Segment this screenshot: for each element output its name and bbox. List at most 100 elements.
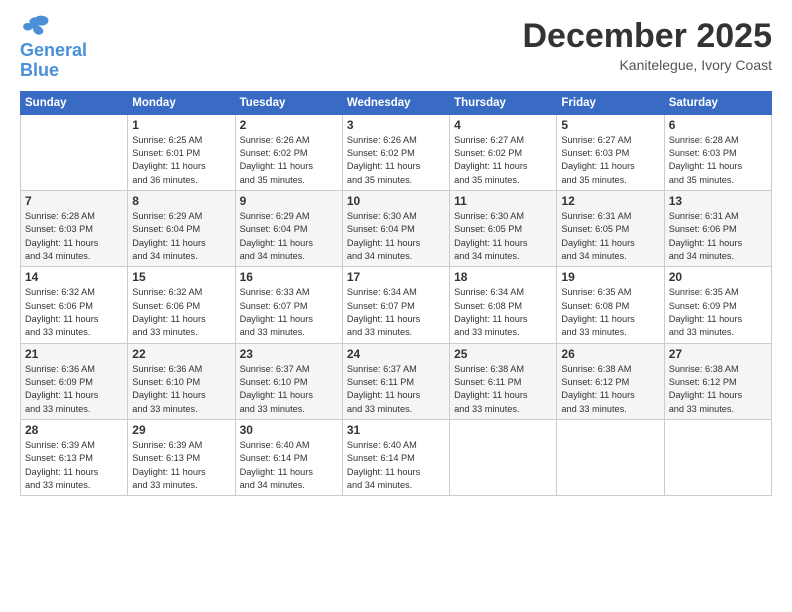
col-tuesday: Tuesday xyxy=(235,91,342,114)
day-info: Sunrise: 6:31 AM Sunset: 6:06 PM Dayligh… xyxy=(669,210,767,263)
day-number: 26 xyxy=(561,347,659,361)
day-info: Sunrise: 6:32 AM Sunset: 6:06 PM Dayligh… xyxy=(25,286,123,339)
calendar-cell: 24 Sunrise: 6:37 AM Sunset: 6:11 PM Dayli… xyxy=(342,343,449,419)
day-info: Sunrise: 6:37 AM Sunset: 6:11 PM Dayligh… xyxy=(347,363,445,416)
day-info: Sunrise: 6:28 AM Sunset: 6:03 PM Dayligh… xyxy=(25,210,123,263)
calendar-cell: 19 Sunrise: 6:35 AM Sunset: 6:08 PM Dayli… xyxy=(557,267,664,343)
day-number: 6 xyxy=(669,118,767,132)
calendar-cell: 28 Sunrise: 6:39 AM Sunset: 6:13 PM Dayli… xyxy=(21,420,128,496)
calendar-cell: 5 Sunrise: 6:27 AM Sunset: 6:03 PM Daylig… xyxy=(557,114,664,190)
calendar-cell: 20Sunrise: 6:35 AM Sunset: 6:09 PM Dayli… xyxy=(664,267,771,343)
calendar-cell: 27 Sunrise: 6:38 AM Sunset: 6:12 PM Dayli… xyxy=(664,343,771,419)
logo: General Blue xyxy=(20,18,87,81)
day-number: 31 xyxy=(347,423,445,437)
day-info: Sunrise: 6:27 AM Sunset: 6:02 PM Dayligh… xyxy=(454,134,552,187)
day-info: Sunrise: 6:32 AM Sunset: 6:06 PM Dayligh… xyxy=(132,286,230,339)
day-info: Sunrise: 6:39 AM Sunset: 6:13 PM Dayligh… xyxy=(132,439,230,492)
day-number: 11 xyxy=(454,194,552,208)
day-number: 15 xyxy=(132,270,230,284)
day-number: 21 xyxy=(25,347,123,361)
week-row-5: 28 Sunrise: 6:39 AM Sunset: 6:13 PM Dayli… xyxy=(21,420,772,496)
calendar-cell xyxy=(664,420,771,496)
day-number: 23 xyxy=(240,347,338,361)
calendar-cell: 15 Sunrise: 6:32 AM Sunset: 6:06 PM Dayli… xyxy=(128,267,235,343)
day-number: 5 xyxy=(561,118,659,132)
day-number: 25 xyxy=(454,347,552,361)
day-info: Sunrise: 6:37 AM Sunset: 6:10 PM Dayligh… xyxy=(240,363,338,416)
day-number: 2 xyxy=(240,118,338,132)
calendar-table: Sunday Monday Tuesday Wednesday Thursday… xyxy=(20,91,772,497)
calendar-cell: 14Sunrise: 6:32 AM Sunset: 6:06 PM Dayli… xyxy=(21,267,128,343)
day-info: Sunrise: 6:26 AM Sunset: 6:02 PM Dayligh… xyxy=(240,134,338,187)
day-number: 13 xyxy=(669,194,767,208)
day-info: Sunrise: 6:40 AM Sunset: 6:14 PM Dayligh… xyxy=(240,439,338,492)
calendar-cell: 1Sunrise: 6:25 AM Sunset: 6:01 PM Daylig… xyxy=(128,114,235,190)
day-number: 4 xyxy=(454,118,552,132)
calendar-cell: 11Sunrise: 6:30 AM Sunset: 6:05 PM Dayli… xyxy=(450,190,557,266)
col-wednesday: Wednesday xyxy=(342,91,449,114)
calendar-cell: 8 Sunrise: 6:29 AM Sunset: 6:04 PM Daylig… xyxy=(128,190,235,266)
day-number: 17 xyxy=(347,270,445,284)
calendar-cell: 3Sunrise: 6:26 AM Sunset: 6:02 PM Daylig… xyxy=(342,114,449,190)
day-info: Sunrise: 6:31 AM Sunset: 6:05 PM Dayligh… xyxy=(561,210,659,263)
day-number: 27 xyxy=(669,347,767,361)
calendar-cell: 23 Sunrise: 6:37 AM Sunset: 6:10 PM Dayli… xyxy=(235,343,342,419)
col-thursday: Thursday xyxy=(450,91,557,114)
calendar-cell: 22 Sunrise: 6:36 AM Sunset: 6:10 PM Dayli… xyxy=(128,343,235,419)
col-monday: Monday xyxy=(128,91,235,114)
day-info: Sunrise: 6:27 AM Sunset: 6:03 PM Dayligh… xyxy=(561,134,659,187)
day-number: 20 xyxy=(669,270,767,284)
day-info: Sunrise: 6:35 AM Sunset: 6:08 PM Dayligh… xyxy=(561,286,659,339)
week-row-2: 7 Sunrise: 6:28 AM Sunset: 6:03 PM Daylig… xyxy=(21,190,772,266)
day-info: Sunrise: 6:29 AM Sunset: 6:04 PM Dayligh… xyxy=(132,210,230,263)
day-info: Sunrise: 6:38 AM Sunset: 6:12 PM Dayligh… xyxy=(561,363,659,416)
day-number: 24 xyxy=(347,347,445,361)
day-number: 28 xyxy=(25,423,123,437)
calendar-cell xyxy=(450,420,557,496)
day-info: Sunrise: 6:36 AM Sunset: 6:10 PM Dayligh… xyxy=(132,363,230,416)
week-row-3: 14Sunrise: 6:32 AM Sunset: 6:06 PM Dayli… xyxy=(21,267,772,343)
day-number: 30 xyxy=(240,423,338,437)
calendar-page: General Blue December 2025 Kanitelegue, … xyxy=(0,0,792,612)
logo-bird-icon xyxy=(22,14,50,36)
day-info: Sunrise: 6:39 AM Sunset: 6:13 PM Dayligh… xyxy=(25,439,123,492)
calendar-cell: 18Sunrise: 6:34 AM Sunset: 6:08 PM Dayli… xyxy=(450,267,557,343)
day-info: Sunrise: 6:38 AM Sunset: 6:12 PM Dayligh… xyxy=(669,363,767,416)
calendar-cell: 10 Sunrise: 6:30 AM Sunset: 6:04 PM Dayli… xyxy=(342,190,449,266)
calendar-cell xyxy=(21,114,128,190)
day-number: 10 xyxy=(347,194,445,208)
logo-text: General Blue xyxy=(20,41,87,81)
day-info: Sunrise: 6:28 AM Sunset: 6:03 PM Dayligh… xyxy=(669,134,767,187)
day-info: Sunrise: 6:40 AM Sunset: 6:14 PM Dayligh… xyxy=(347,439,445,492)
day-info: Sunrise: 6:34 AM Sunset: 6:08 PM Dayligh… xyxy=(454,286,552,339)
day-number: 9 xyxy=(240,194,338,208)
calendar-subtitle: Kanitelegue, Ivory Coast xyxy=(522,57,772,73)
calendar-cell: 25 Sunrise: 6:38 AM Sunset: 6:11 PM Dayli… xyxy=(450,343,557,419)
calendar-cell: 30 Sunrise: 6:40 AM Sunset: 6:14 PM Dayli… xyxy=(235,420,342,496)
calendar-cell: 2 Sunrise: 6:26 AM Sunset: 6:02 PM Daylig… xyxy=(235,114,342,190)
day-number: 19 xyxy=(561,270,659,284)
calendar-cell: 9Sunrise: 6:29 AM Sunset: 6:04 PM Daylig… xyxy=(235,190,342,266)
day-info: Sunrise: 6:34 AM Sunset: 6:07 PM Dayligh… xyxy=(347,286,445,339)
calendar-cell: 7 Sunrise: 6:28 AM Sunset: 6:03 PM Daylig… xyxy=(21,190,128,266)
calendar-cell: 29 Sunrise: 6:39 AM Sunset: 6:13 PM Dayli… xyxy=(128,420,235,496)
day-number: 16 xyxy=(240,270,338,284)
day-info: Sunrise: 6:26 AM Sunset: 6:02 PM Dayligh… xyxy=(347,134,445,187)
title-block: December 2025 Kanitelegue, Ivory Coast xyxy=(522,18,772,73)
day-number: 7 xyxy=(25,194,123,208)
calendar-cell: 12Sunrise: 6:31 AM Sunset: 6:05 PM Dayli… xyxy=(557,190,664,266)
calendar-cell xyxy=(557,420,664,496)
calendar-cell: 13 Sunrise: 6:31 AM Sunset: 6:06 PM Dayli… xyxy=(664,190,771,266)
calendar-cell: 17 Sunrise: 6:34 AM Sunset: 6:07 PM Dayli… xyxy=(342,267,449,343)
calendar-cell: 4 Sunrise: 6:27 AM Sunset: 6:02 PM Daylig… xyxy=(450,114,557,190)
col-friday: Friday xyxy=(557,91,664,114)
day-number: 8 xyxy=(132,194,230,208)
calendar-cell: 21Sunrise: 6:36 AM Sunset: 6:09 PM Dayli… xyxy=(21,343,128,419)
calendar-title: December 2025 xyxy=(522,18,772,55)
calendar-cell: 31 Sunrise: 6:40 AM Sunset: 6:14 PM Dayli… xyxy=(342,420,449,496)
day-info: Sunrise: 6:30 AM Sunset: 6:04 PM Dayligh… xyxy=(347,210,445,263)
day-number: 22 xyxy=(132,347,230,361)
day-number: 29 xyxy=(132,423,230,437)
calendar-cell: 16Sunrise: 6:33 AM Sunset: 6:07 PM Dayli… xyxy=(235,267,342,343)
day-info: Sunrise: 6:38 AM Sunset: 6:11 PM Dayligh… xyxy=(454,363,552,416)
